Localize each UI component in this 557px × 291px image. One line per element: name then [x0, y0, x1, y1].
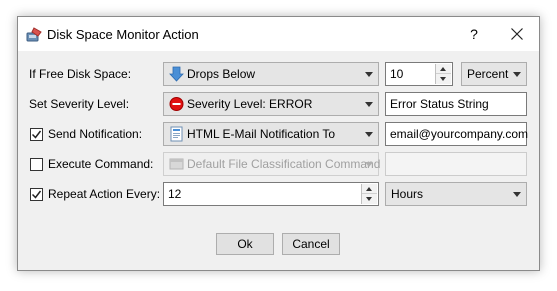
checkmark-icon: [32, 130, 41, 139]
free-space-value: 10: [390, 67, 404, 81]
free-space-value-spinbox[interactable]: 10: [385, 62, 453, 86]
dialog-title: Disk Space Monitor Action: [47, 27, 199, 42]
free-space-spinner: [435, 64, 451, 84]
execute-command-label: Execute Command:: [48, 157, 154, 171]
severity-label: Set Severity Level:: [29, 97, 130, 111]
repeat-unit-value: Hours: [391, 187, 424, 201]
repeat-interval-spinbox[interactable]: 12: [163, 182, 379, 206]
spin-down-button[interactable]: [362, 194, 377, 204]
notification-email-input[interactable]: email@yourcompany.com: [385, 122, 529, 146]
free-space-unit-select[interactable]: Percent: [461, 62, 527, 86]
chevron-down-icon: [365, 162, 373, 167]
free-space-unit-value: Percent: [467, 67, 509, 81]
repeat-action-label: Repeat Action Every:: [48, 187, 161, 201]
command-icon: [169, 156, 184, 172]
checkmark-icon: [32, 190, 41, 199]
chevron-down-icon: [365, 72, 373, 77]
close-button[interactable]: [500, 17, 534, 51]
spin-up-button[interactable]: [362, 184, 377, 194]
repeat-interval-spinner: [361, 184, 377, 204]
close-icon: [511, 28, 523, 40]
severity-level-value: Severity Level: ERROR: [187, 97, 313, 111]
status-string-value: Error Status String: [390, 97, 489, 111]
spin-up-button[interactable]: [436, 64, 451, 74]
dialog-window: Disk Space Monitor Action ? If Free Disk…: [17, 16, 540, 271]
repeat-interval-value: 12: [168, 187, 182, 201]
repeat-unit-select[interactable]: Hours: [385, 182, 527, 206]
cancel-button[interactable]: Cancel: [282, 233, 340, 255]
disk-monitor-app-icon: [26, 27, 42, 43]
send-notification-checkbox[interactable]: [30, 128, 43, 141]
free-space-label: If Free Disk Space:: [29, 67, 132, 81]
arrow-down-icon: [169, 66, 184, 82]
html-email-icon: [169, 126, 184, 142]
free-space-condition-value: Drops Below: [187, 67, 256, 81]
execute-command-checkbox[interactable]: [30, 158, 43, 171]
execute-command-select[interactable]: Default File Classification Command: [163, 152, 381, 176]
notification-method-value: HTML E-Mail Notification To: [187, 127, 336, 141]
execute-command-args-input[interactable]: [385, 152, 527, 176]
error-severity-icon: [169, 96, 184, 112]
repeat-action-checkbox[interactable]: [30, 188, 43, 201]
ok-button[interactable]: Ok: [216, 233, 274, 255]
notification-email-value: email@yourcompany.com: [390, 127, 529, 141]
execute-command-value: Default File Classification Command: [187, 157, 381, 171]
severity-level-select[interactable]: Severity Level: ERROR: [163, 92, 379, 116]
notification-method-select[interactable]: HTML E-Mail Notification To: [163, 122, 379, 146]
chevron-down-icon: [513, 192, 521, 197]
chevron-down-icon: [365, 132, 373, 137]
free-space-condition-select[interactable]: Drops Below: [163, 62, 379, 86]
chevron-down-icon: [365, 102, 373, 107]
help-button[interactable]: ?: [459, 17, 489, 51]
send-notification-label: Send Notification:: [48, 127, 143, 141]
chevron-down-icon: [513, 72, 521, 77]
title-bar: Disk Space Monitor Action ?: [18, 17, 539, 51]
spin-down-button[interactable]: [436, 74, 451, 84]
status-string-input[interactable]: Error Status String: [385, 92, 527, 116]
